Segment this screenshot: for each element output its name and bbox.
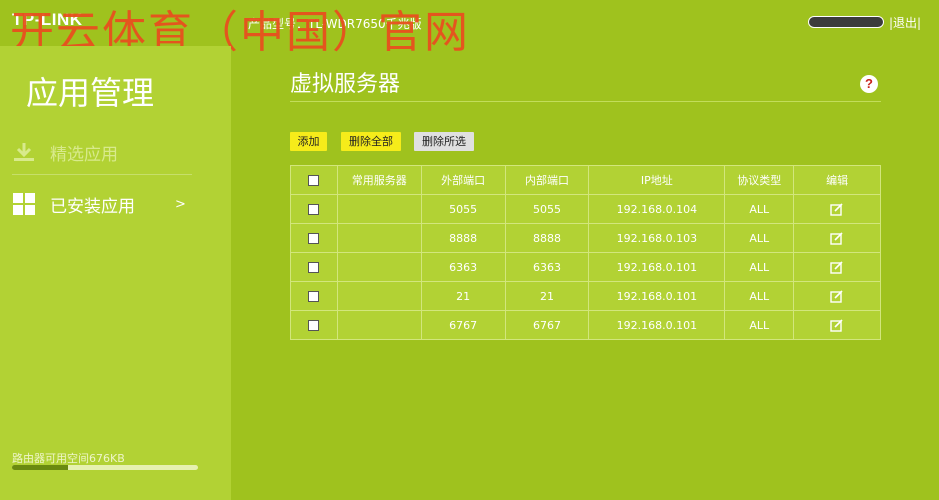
external-port-cell: 21: [420, 281, 506, 311]
server-cell: [336, 310, 422, 340]
title-divider: [290, 101, 881, 102]
delete-selected-button[interactable]: 删除所选: [414, 132, 474, 151]
download-icon: [14, 143, 34, 161]
row-select-cell: [290, 310, 338, 340]
server-cell: [336, 223, 422, 253]
ip-address-cell: 192.168.0.101: [588, 281, 726, 311]
edit-icon[interactable]: [830, 202, 844, 216]
edit-cell: [793, 281, 881, 311]
protocol-cell: ALL: [724, 223, 795, 253]
protocol-cell: ALL: [724, 252, 795, 282]
row-select-cell: [290, 194, 338, 224]
internal-port-cell: 8888: [504, 223, 590, 253]
column-header: 编辑: [793, 165, 881, 195]
internal-port-cell: 6767: [504, 310, 590, 340]
external-port-cell: 8888: [420, 223, 506, 253]
delete-all-button[interactable]: 删除全部: [341, 132, 401, 151]
page-title: 虚拟服务器: [290, 72, 401, 97]
help-icon[interactable]: ?: [860, 75, 878, 93]
column-header: 外部端口: [420, 165, 506, 195]
status-pill: [808, 16, 884, 28]
protocol-cell: ALL: [724, 310, 795, 340]
edit-cell: [793, 310, 881, 340]
edit-cell: [793, 252, 881, 282]
chevron-right-icon: >: [175, 196, 186, 212]
ip-address-cell: 192.168.0.104: [588, 194, 726, 224]
column-header: 内部端口: [504, 165, 590, 195]
grid-icon: [13, 193, 35, 215]
select-all-checkbox[interactable]: [308, 175, 320, 186]
sidebar-divider: [12, 174, 192, 175]
edit-cell: [793, 194, 881, 224]
ip-address-cell: 192.168.0.101: [588, 310, 726, 340]
server-cell: [336, 252, 422, 282]
server-cell: [336, 281, 422, 311]
internal-port-cell: 5055: [504, 194, 590, 224]
protocol-cell: ALL: [724, 194, 795, 224]
table-row: 21 21 192.168.0.101 ALL: [290, 281, 881, 311]
add-button[interactable]: 添加: [290, 132, 327, 151]
table-row: 8888 8888 192.168.0.103 ALL: [290, 223, 881, 253]
virtual-server-table: 常用服务器 外部端口 内部端口 IP地址 协议类型 编辑 5055 5055 192…: [290, 165, 881, 340]
external-port-cell: 6363: [420, 252, 506, 282]
edit-icon[interactable]: [830, 260, 844, 274]
sidebar-title: 应用管理: [26, 74, 155, 112]
protocol-cell: ALL: [724, 281, 795, 311]
sidebar-item-label: 已安装应用: [50, 196, 135, 217]
ip-address-cell: 192.168.0.103: [588, 223, 726, 253]
server-cell: [336, 194, 422, 224]
table-row: 6767 6767 192.168.0.101 ALL: [290, 310, 881, 340]
top-bar: TP-LINK 产品型号：TL-WDR7650千兆版 |退出| 开云体育（中国）…: [0, 0, 939, 58]
internal-port-cell: 21: [504, 281, 590, 311]
storage-progress-fill: [12, 465, 68, 470]
external-port-cell: 6767: [420, 310, 506, 340]
row-checkbox[interactable]: [308, 233, 320, 244]
row-checkbox[interactable]: [308, 204, 320, 215]
column-header: IP地址: [588, 165, 726, 195]
logout-link[interactable]: |退出|: [889, 14, 921, 31]
column-header: 协议类型: [724, 165, 795, 195]
row-checkbox[interactable]: [308, 262, 320, 273]
row-checkbox[interactable]: [308, 320, 320, 331]
storage-progress-bar: [12, 465, 198, 470]
select-all-cell: [290, 165, 338, 195]
table-header-row: 常用服务器 外部端口 内部端口 IP地址 协议类型 编辑: [290, 165, 881, 195]
row-select-cell: [290, 281, 338, 311]
sidebar: 应用管理 精选应用 已安装应用 > 路由器可用空间676KB: [0, 46, 231, 500]
sidebar-item-installed-apps[interactable]: 已安装应用 >: [12, 184, 192, 224]
row-checkbox[interactable]: [308, 291, 320, 302]
row-select-cell: [290, 252, 338, 282]
row-select-cell: [290, 223, 338, 253]
ip-address-cell: 192.168.0.101: [588, 252, 726, 282]
internal-port-cell: 6363: [504, 252, 590, 282]
sidebar-item-label: 精选应用: [50, 144, 118, 165]
table-row: 5055 5055 192.168.0.104 ALL: [290, 194, 881, 224]
edit-icon[interactable]: [830, 231, 844, 245]
edit-cell: [793, 223, 881, 253]
edit-icon[interactable]: [830, 318, 844, 332]
external-port-cell: 5055: [420, 194, 506, 224]
main-content: 虚拟服务器 ? 添加 删除全部 删除所选 常用服务器 外部端口 内部端口 IP地…: [231, 46, 939, 500]
storage-label: 路由器可用空间676KB: [12, 452, 125, 465]
column-header: 常用服务器: [336, 165, 422, 195]
table-row: 6363 6363 192.168.0.101 ALL: [290, 252, 881, 282]
edit-icon[interactable]: [830, 289, 844, 303]
sidebar-item-featured-apps[interactable]: 精选应用: [12, 132, 192, 172]
